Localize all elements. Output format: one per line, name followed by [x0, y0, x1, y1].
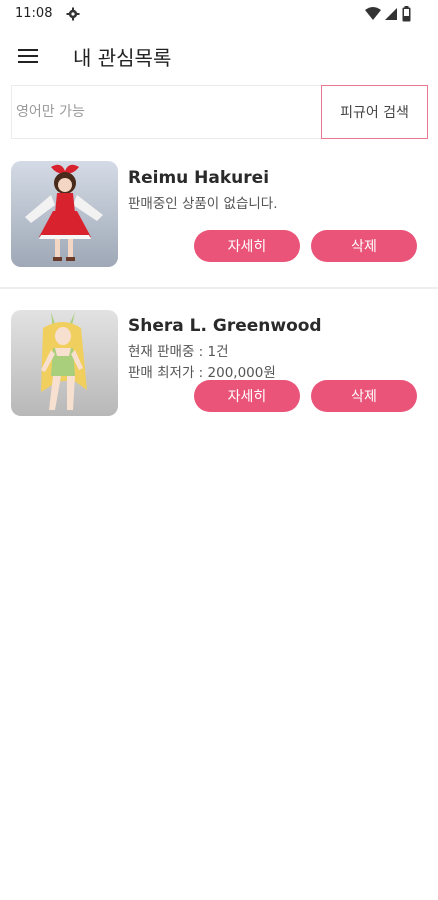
status-time: 11:08	[15, 6, 53, 21]
list-item: Shera L. Greenwood 현재 판매중 : 1건 판매 최저가 : …	[0, 310, 438, 420]
gear-icon	[66, 7, 80, 21]
detail-button[interactable]: 자세히	[194, 230, 300, 262]
figure-image[interactable]	[11, 161, 118, 267]
delete-button[interactable]: 삭제	[311, 230, 417, 262]
app-bar: 내 관심목록	[0, 30, 438, 82]
figure-image[interactable]	[11, 310, 118, 416]
sale-status: 판매중인 상품이 없습니다.	[128, 196, 278, 212]
figure-name: Shera L. Greenwood	[128, 316, 322, 336]
menu-icon-bar	[18, 61, 38, 63]
menu-icon	[18, 49, 38, 51]
wifi-icon	[365, 7, 381, 20]
lowest-price: 판매 최저가 : 200,000원	[128, 365, 276, 381]
divider	[0, 287, 438, 289]
figure-search-button[interactable]: 피규어 검색	[321, 85, 428, 139]
sale-count: 현재 판매중 : 1건	[128, 344, 229, 360]
page-title: 내 관심목록	[73, 46, 172, 70]
delete-button[interactable]: 삭제	[311, 380, 417, 412]
menu-icon-bar	[18, 55, 38, 57]
status-bar: 11:08	[0, 0, 438, 28]
figure-name: Reimu Hakurei	[128, 168, 270, 188]
menu-button[interactable]	[14, 42, 42, 70]
battery-icon	[402, 6, 411, 22]
search-bar: 피규어 검색	[11, 85, 428, 139]
status-icons	[364, 6, 424, 22]
detail-button[interactable]: 자세히	[194, 380, 300, 412]
signal-icon	[385, 8, 397, 20]
search-input[interactable]	[11, 85, 321, 139]
list-item: Reimu Hakurei 판매중인 상품이 없습니다. 자세히 삭제	[0, 160, 438, 270]
